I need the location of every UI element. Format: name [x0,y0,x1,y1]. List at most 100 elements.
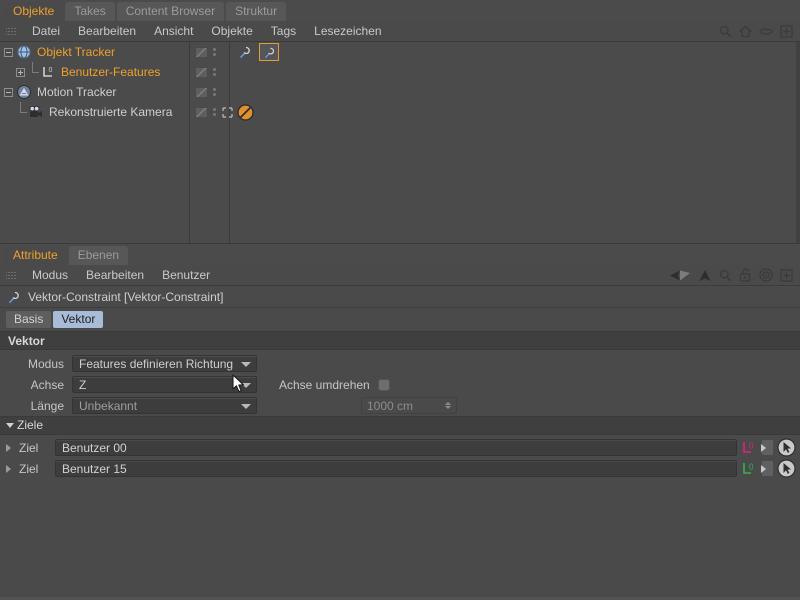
tree-row-benutzer-features[interactable]: 0 Benutzer-Features [0,62,189,82]
menu-benutzer[interactable]: Benutzer [153,265,219,286]
plus-box-icon-2[interactable] [780,268,793,282]
tab-takes[interactable]: Takes [65,2,115,21]
expander-minus-icon[interactable] [4,47,13,57]
target-row-2: Ziel Benutzer 15 0 [0,458,800,479]
tree-line-2 [4,102,16,122]
linkfield-ziel-1[interactable]: Benutzer 00 [55,439,737,456]
tree-row-objekt-tracker[interactable]: Objekt Tracker [0,42,189,62]
ellipse-icon[interactable] [759,25,773,38]
visibility-dots-icon-3[interactable] [213,88,217,96]
tree-row-motion-tracker[interactable]: Motion Tracker [0,82,189,102]
tab-attribute[interactable]: Attribute [4,246,67,265]
layer-zero-icon: 0 [40,64,56,80]
visibility-dots-icon[interactable] [213,48,217,56]
object-tree[interactable]: Objekt Tracker 0 Benutzer-Features Motio… [0,42,190,243]
menu-lesezeichen[interactable]: Lesezeichen [305,21,390,42]
group-header-ziele-label: Ziele [17,418,44,432]
spinner-icon[interactable] [445,402,451,409]
layer-swatch-icon-2[interactable] [195,66,208,78]
dropdown-modus[interactable]: Features definieren Richtung [72,355,257,372]
visibility-row-2[interactable] [190,62,229,82]
subtab-basis[interactable]: Basis [6,311,52,328]
home-icon[interactable] [739,25,752,38]
group-header-ziele[interactable]: Ziele [0,416,800,435]
attribute-object-title: Vektor-Constraint [Vektor-Constraint] [28,289,224,304]
tag-row-4 [230,102,800,122]
visibility-dots-icon-4[interactable] [213,108,217,116]
attribute-manager-toolbar [669,268,800,282]
object-manager-scrollbar[interactable] [796,42,800,243]
label-ziel-1: Ziel [19,440,39,455]
dropdown-laenge[interactable]: Unbekannt [72,397,257,414]
dropdown-achse[interactable]: Z [72,376,257,393]
tag-row-1 [230,42,800,62]
constraint-tag-icon-title [6,289,22,305]
tree-row-rekonstruierte-kamera[interactable]: Rekonstruierte Kamera [0,102,189,122]
tab-struktur[interactable]: Struktur [226,2,287,21]
label-laenge: Länge [30,398,64,413]
search-icon[interactable] [719,25,732,38]
tree-elbow [28,62,40,82]
tag-row-2 [230,62,800,82]
tab-objekte[interactable]: Objekte [4,2,64,21]
back-arrow-icon[interactable] [669,269,691,282]
layer-swatch-icon[interactable] [195,46,208,58]
menu-objekte[interactable]: Objekte [202,21,261,42]
svg-text:0: 0 [49,67,53,74]
label-ziel-2: Ziel [19,461,39,476]
menu-bearbeiten-attr[interactable]: Bearbeiten [77,265,153,286]
laenge-value-text: 1000 cm [367,398,414,413]
visibility-row-1[interactable] [190,42,229,62]
camera-icon [28,104,44,120]
attribute-manager-panel: Attribute Ebenen Modus Bearbeiten Benutz… [0,244,800,597]
constraint-tag-icon[interactable] [235,43,255,61]
svg-text:0: 0 [749,463,754,472]
plus-box-icon[interactable] [780,24,793,38]
menu-modus[interactable]: Modus [23,265,77,286]
caret-right-icon-2[interactable] [6,464,11,473]
tab-content-browser[interactable]: Content Browser [116,2,225,21]
menu-ansicht[interactable]: Ansicht [145,21,202,42]
object-manager-menubar: Datei Bearbeiten Ansicht Objekte Tags Le… [0,21,800,42]
target-icon[interactable] [759,268,773,282]
layer-swatch-icon-3[interactable] [195,86,208,98]
layer-swatch-icon-4[interactable] [195,106,208,118]
attribute-subtabs: Basis Vektor [0,308,800,331]
drag-grip-icon-2[interactable] [6,269,17,281]
pick-object-button-1[interactable] [777,438,796,457]
tree-elbow-2 [16,102,28,122]
no-entry-tag-icon[interactable] [235,103,255,121]
object-manager-panel: Objekt Tracker 0 Benutzer-Features Motio… [0,42,800,244]
up-arrow-icon[interactable] [698,269,712,282]
constraint-tag-icon-selected[interactable] [259,43,279,61]
menu-bearbeiten[interactable]: Bearbeiten [69,21,145,42]
input-laenge-value[interactable]: 1000 cm [361,397,457,414]
visibility-dots-icon-2[interactable] [213,68,217,76]
checkbox-achse-umdrehen[interactable] [377,378,390,391]
attribute-manager-menubar: Modus Bearbeiten Benutzer [0,265,800,286]
drag-grip-icon[interactable] [6,25,17,37]
expander-minus-icon-2[interactable] [4,87,13,97]
visibility-row-4[interactable] [190,102,233,122]
menu-tags[interactable]: Tags [262,21,305,42]
menu-datei[interactable]: Datei [23,21,69,42]
search-icon-2[interactable] [719,269,732,282]
chevron-down-icon-2 [241,382,251,388]
subtab-vektor[interactable]: Vektor [53,311,104,328]
expander-plus-icon[interactable] [16,67,25,77]
sphere-tracker-icon [16,44,32,60]
chevron-down-icon-3 [241,403,251,409]
tree-label-benutzer-features: Benutzer-Features [61,65,161,79]
unlock-icon[interactable] [739,268,752,282]
object-visibility-column [190,42,233,243]
chevron-down-icon [241,361,251,367]
tab-ebenen[interactable]: Ebenen [68,246,129,265]
pick-object-button-2[interactable] [777,459,796,478]
caret-right-icon-1[interactable] [6,443,11,452]
expand-target-button-2[interactable] [761,460,774,477]
linkfield-ziel-2[interactable]: Benutzer 15 [55,460,737,477]
visibility-row-3[interactable] [190,82,229,102]
label-achse: Achse [30,377,64,392]
expand-target-button-1[interactable] [761,439,774,456]
dropdown-laenge-value: Unbekannt [79,398,138,413]
